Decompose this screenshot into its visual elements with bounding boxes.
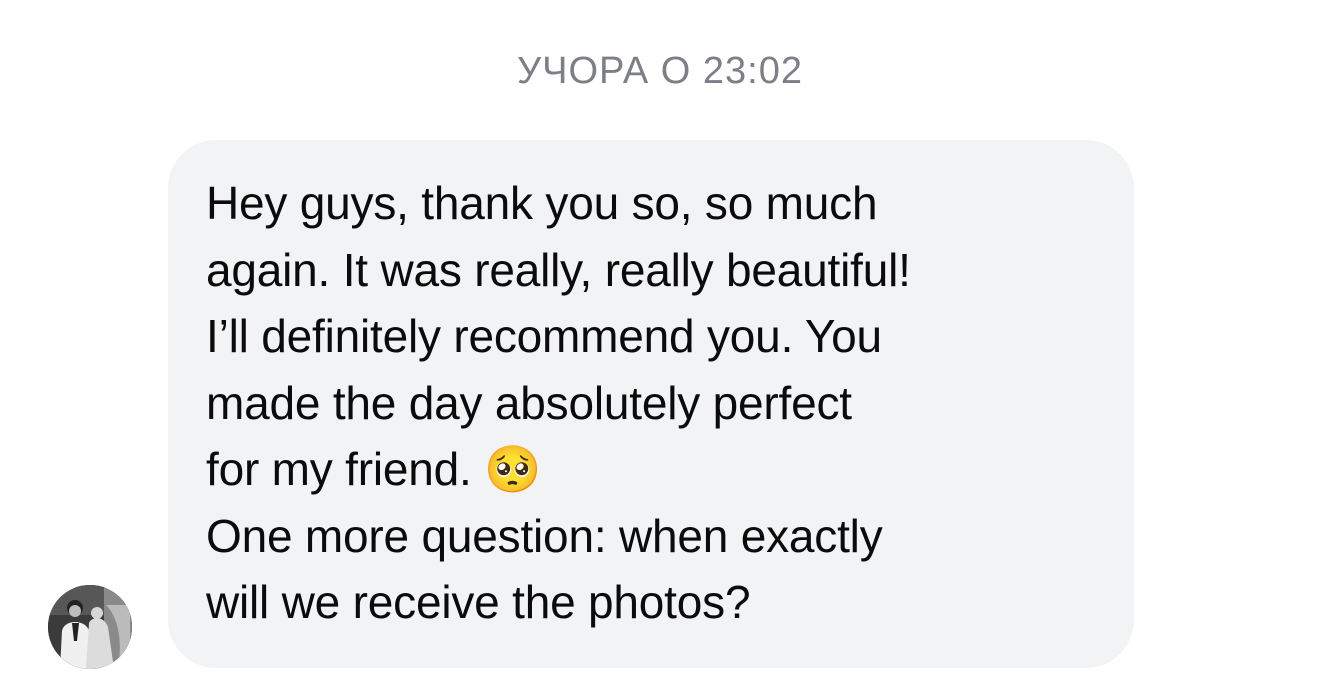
message-text: Hey guys, thank you so, so much again. I… [206,177,911,628]
sender-avatar[interactable] [48,585,132,669]
profile-photo-avatar-icon [48,585,132,669]
message-bubble[interactable]: Hey guys, thank you so, so much again. I… [168,140,1134,668]
message-timestamp: УЧОРА О 23:02 [517,50,803,92]
